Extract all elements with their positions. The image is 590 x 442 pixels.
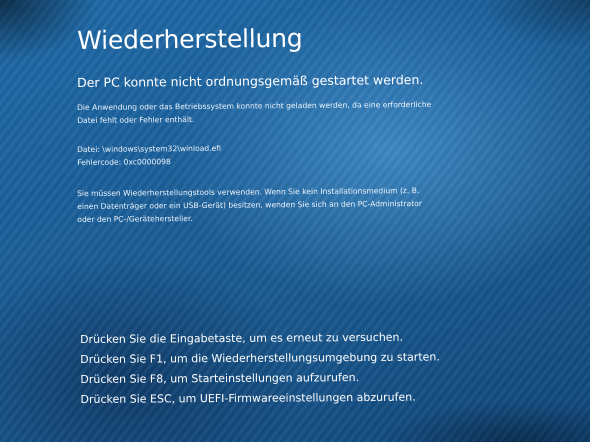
recovery-screen: Wiederherstellung Der PC konnte nicht or…	[0, 0, 590, 442]
uefi-settings-esc-option[interactable]: Drücken Sie ESC, um UEFI-Firmwareeinstel…	[80, 387, 440, 410]
error-code-text: Fehlercode: 0xc0000098	[77, 157, 171, 167]
recovery-tools-instructions: Sie müssen Wiederherstellungstools verwe…	[77, 184, 422, 226]
key-options-list: Drücken Sie die Eingabetaste, um es erne…	[80, 327, 440, 410]
error-details: Datei: \windows\system32\winload.efi Feh…	[77, 142, 221, 169]
instructions-line: oder den PC-/Gerätehersteller.	[77, 213, 193, 224]
retry-enter-option[interactable]: Drücken Sie die Eingabetaste, um es erne…	[80, 327, 440, 350]
startup-settings-f8-option[interactable]: Drücken Sie F8, um Starteinstellungen au…	[80, 367, 440, 390]
page-title: Wiederherstellung	[77, 23, 303, 55]
file-path-text: Datei: \windows\system32\winload.efi	[77, 143, 222, 154]
recovery-environment-f1-option[interactable]: Drücken Sie F1, um die Wiederherstellung…	[80, 347, 440, 370]
error-headline: Der PC konnte nicht ordnungsgemäß gestar…	[77, 71, 424, 90]
description-line: Datei fehlt oder Fehler enthält.	[77, 114, 195, 125]
error-description: Die Anwendung oder das Betriebssystem ko…	[77, 98, 431, 127]
recovery-content: Wiederherstellung Der PC konnte nicht or…	[0, 0, 590, 442]
